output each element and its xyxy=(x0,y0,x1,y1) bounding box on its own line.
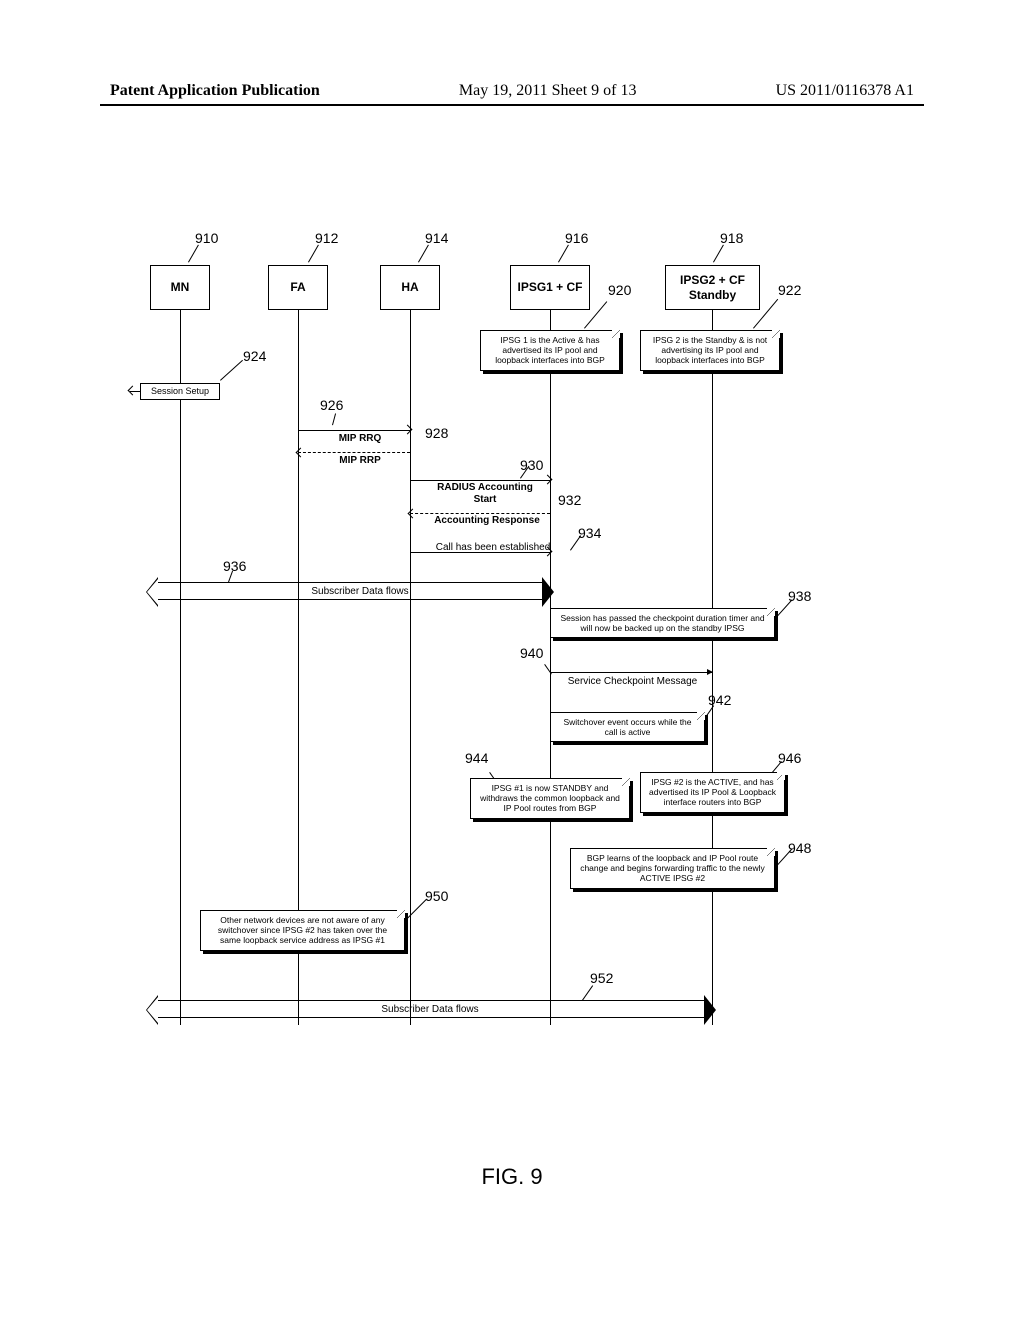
lead-934 xyxy=(570,535,581,550)
lead-926 xyxy=(332,413,336,425)
header-left: Patent Application Publication xyxy=(110,82,320,100)
ref-944: 944 xyxy=(465,750,488,766)
arrow-mip-rrq xyxy=(298,430,410,431)
lead-948 xyxy=(775,848,792,867)
ref-926: 926 xyxy=(320,397,343,413)
label-radius-start: RADIUS Accounting Start xyxy=(425,482,545,505)
ref-938: 938 xyxy=(788,588,811,604)
lifeline-ha xyxy=(410,310,411,1025)
ref-912: 912 xyxy=(315,230,338,246)
label-checkpoint: Service Checkpoint Message xyxy=(555,676,710,688)
note-switchover: Switchover event occurs while the call i… xyxy=(550,712,705,742)
ref-952: 952 xyxy=(590,970,613,986)
lead-924 xyxy=(220,360,243,381)
arrow-mip-rrp xyxy=(298,452,410,453)
ref-920: 920 xyxy=(608,282,631,298)
lifeline-ipsg1 xyxy=(550,310,551,1025)
label-dataflow-936: Subscriber Data flows xyxy=(270,586,450,598)
lead-952 xyxy=(582,985,593,1000)
note-checkpoint-duration: Session has passed the checkpoint durati… xyxy=(550,608,775,638)
ref-916: 916 xyxy=(565,230,588,246)
note-ipsg1-standby: IPSG #1 is now STANDBY and withdraws the… xyxy=(470,778,630,819)
participant-ha: HA xyxy=(380,265,440,310)
ref-934: 934 xyxy=(578,525,601,541)
lifeline-ipsg2 xyxy=(712,310,713,1025)
lead-914 xyxy=(418,245,429,263)
lead-912 xyxy=(308,245,319,263)
ref-932: 932 xyxy=(558,492,581,508)
ref-936: 936 xyxy=(223,558,246,574)
page-header: Patent Application Publication May 19, 2… xyxy=(0,82,1024,100)
figure-caption: FIG. 9 xyxy=(0,1164,1024,1190)
note-ipsg2-standby: IPSG 2 is the Standby & is not advertisi… xyxy=(640,330,780,371)
lead-918 xyxy=(713,245,724,263)
note-bgp-learn: BGP learns of the loopback and IP Pool r… xyxy=(570,848,775,889)
participant-ipsg1: IPSG1 + CF xyxy=(510,265,590,310)
participant-fa: FA xyxy=(268,265,328,310)
note-ipsg1-active: IPSG 1 is the Active & has advertised it… xyxy=(480,330,620,371)
label-mip-rrp: MIP RRP xyxy=(320,455,400,467)
lead-916 xyxy=(558,245,569,263)
lead-950 xyxy=(405,899,427,921)
note-ipsg2-active: IPSG #2 is the ACTIVE, and has advertise… xyxy=(640,772,785,813)
label-acct-resp: Accounting Response xyxy=(432,515,542,527)
note-no-aware: Other network devices are not aware of a… xyxy=(200,910,405,951)
label-dataflow-952: Subscriber Data flows xyxy=(330,1004,530,1016)
header-right: US 2011/0116378 A1 xyxy=(776,82,914,100)
label-mip-rrq: MIP RRQ xyxy=(320,433,400,445)
ref-918: 918 xyxy=(720,230,743,246)
label-call-est: Call has been established xyxy=(428,542,558,554)
arrow-checkpoint xyxy=(550,672,712,673)
ref-924: 924 xyxy=(243,348,266,364)
ref-910: 910 xyxy=(195,230,218,246)
arrow-924-l xyxy=(130,391,140,392)
arrow-acct-resp xyxy=(410,513,550,514)
lead-910 xyxy=(188,245,199,263)
header-center: May 19, 2011 Sheet 9 of 13 xyxy=(459,82,637,100)
session-setup-box: Session Setup xyxy=(140,383,220,400)
participant-ipsg2: IPSG2 + CF Standby xyxy=(665,265,760,310)
ref-922: 922 xyxy=(778,282,801,298)
arrow-radius-start xyxy=(410,480,550,481)
ref-914: 914 xyxy=(425,230,448,246)
participant-mn: MN xyxy=(150,265,210,310)
lifeline-mn xyxy=(180,310,181,1025)
ref-946: 946 xyxy=(778,750,801,766)
lead-938 xyxy=(775,599,792,618)
sequence-diagram: 910 912 914 916 918 MN FA HA IPSG1 + CF … xyxy=(150,230,870,1030)
ref-950: 950 xyxy=(425,888,448,904)
ref-928: 928 xyxy=(425,425,448,441)
ref-940: 940 xyxy=(520,645,543,661)
header-rule xyxy=(100,104,924,106)
